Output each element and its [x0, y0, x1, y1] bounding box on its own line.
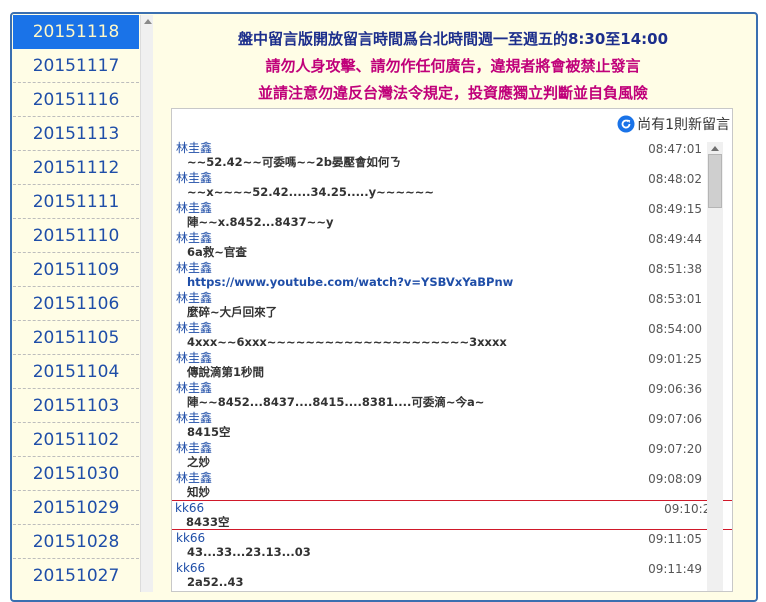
message-content: 麼碎~大戶回來了 — [187, 305, 278, 319]
message-scrollbar[interactable] — [707, 142, 723, 591]
hours-notice: 盤中留言版開放留言時間爲台北時間週一至週五的8:30至14:00 — [237, 30, 669, 48]
date-item-20151118[interactable]: 20151118 — [13, 15, 139, 49]
message-time: 08:53:01 — [648, 292, 702, 306]
message-list: 林圭鑫 ~~52.42~~可委嗎~~2b晏壓會如何ㄋ 08:47:01 林圭鑫 ~~x~… — [172, 140, 732, 590]
message-time: 08:51:38 — [648, 262, 702, 276]
message-row: 林圭鑫 ~~x~~~~52.42.....34.25.....y~~~~~~ 08:… — [172, 170, 717, 200]
message-content: 43...33...23.13...03 — [187, 545, 311, 559]
date-item-20151106[interactable]: 20151106 — [13, 287, 139, 321]
message-time: 08:48:02 — [648, 172, 702, 186]
refresh-icon[interactable] — [617, 115, 635, 133]
scroll-up-arrow-icon[interactable] — [707, 142, 723, 154]
message-author[interactable]: 林圭鑫 — [176, 440, 717, 455]
message-author[interactable]: 林圭鑫 — [176, 230, 717, 245]
message-row: kk66 2a52..43 09:11:49 — [172, 560, 717, 590]
date-list: 20151118 20151117 20151116 20151113 20151112… — [13, 15, 139, 592]
date-item-20151111[interactable]: 20151111 — [13, 185, 139, 219]
date-item-20151116[interactable]: 20151116 — [13, 83, 139, 117]
message-time: 09:07:06 — [648, 412, 702, 426]
message-author[interactable]: 林圭鑫 — [176, 170, 717, 185]
message-content: ~~x~~~~52.42.....34.25.....y~~~~~~ — [187, 185, 434, 199]
message-row: 林圭鑫 6a救~官查 08:49:44 — [172, 230, 717, 260]
message-author[interactable]: 林圭鑫 — [176, 470, 717, 485]
message-content: 陣~~8452...8437....8415....8381....可委滴~今a… — [187, 395, 485, 409]
date-item-20151027[interactable]: 20151027 — [13, 559, 139, 592]
sidebar-scrollbar[interactable] — [140, 15, 153, 592]
message-time: 08:47:01 — [648, 142, 702, 156]
new-messages-text: 尚有1則新留言 — [637, 117, 730, 133]
scrollbar-thumb[interactable] — [708, 154, 722, 208]
date-item-20151104[interactable]: 20151104 — [13, 355, 139, 389]
message-row: 林圭鑫 麼碎~大戶回來了 08:53:01 — [172, 290, 717, 320]
date-item-20151103[interactable]: 20151103 — [13, 389, 139, 423]
date-item-20151102[interactable]: 20151102 — [13, 423, 139, 457]
date-item-20151029[interactable]: 20151029 — [13, 491, 139, 525]
message-author[interactable]: 林圭鑫 — [176, 260, 717, 275]
message-link[interactable]: https://www.youtube.com/watch?v=YSBVxYaB… — [176, 275, 717, 289]
message-row: 林圭鑫 傳說滴第1秒間 09:01:25 — [172, 350, 717, 380]
date-item-20151109[interactable]: 20151109 — [13, 253, 139, 287]
message-author[interactable]: 林圭鑫 — [176, 290, 717, 305]
message-time: 09:07:20 — [648, 442, 702, 456]
message-content: 傳說滴第1秒間 — [187, 365, 265, 379]
message-author[interactable]: 林圭鑫 — [176, 380, 717, 395]
message-time: 08:49:15 — [648, 202, 702, 216]
message-content: ~~52.42~~可委嗎~~2b晏壓會如何ㄋ — [187, 155, 401, 169]
new-messages-notice[interactable]: 尚有1則新留言 — [617, 113, 730, 135]
message-author[interactable]: 林圭鑫 — [176, 200, 717, 215]
rules-notice: 請勿人身攻擊、請勿作任何廣告，違規者將會被禁止發言 — [265, 57, 641, 75]
message-content: 2a52..43 — [187, 575, 244, 589]
date-item-20151030[interactable]: 20151030 — [13, 457, 139, 491]
message-author[interactable]: 林圭鑫 — [176, 350, 717, 365]
message-time: 09:06:36 — [648, 382, 702, 396]
scroll-up-arrow-icon[interactable] — [141, 15, 153, 28]
message-panel: 尚有1則新留言 林圭鑫 ~~52.42~~可委嗎~~2b晏壓會如何ㄋ 08:47:0… — [171, 108, 733, 592]
date-sidebar: 20151118 20151117 20151116 20151113 20151112… — [13, 15, 153, 592]
message-content: 4xxx~~6xxx~~~~~~~~~~~~~~~~~~~~~3xxxx — [187, 335, 507, 349]
message-content: 8415空 — [187, 425, 231, 439]
message-content: 陣~~x.8452...8437~~y — [187, 215, 334, 229]
message-content: 8433空 — [186, 515, 230, 529]
date-item-20151110[interactable]: 20151110 — [13, 219, 139, 253]
date-item-20151105[interactable]: 20151105 — [13, 321, 139, 355]
message-time: 08:49:44 — [648, 232, 702, 246]
message-author[interactable]: kk66 — [176, 530, 717, 545]
message-time: 09:08:09 — [648, 472, 702, 486]
message-content: 之妙 — [187, 455, 210, 469]
message-time: 09:01:25 — [648, 352, 702, 366]
message-row: 林圭鑫 陣~~8452...8437....8415....8381....可委滴… — [172, 380, 717, 410]
message-row: 林圭鑫 之妙 09:07:20 — [172, 440, 717, 470]
message-author[interactable]: 林圭鑫 — [176, 140, 717, 155]
message-author[interactable]: kk66 — [175, 500, 732, 515]
message-row: kk66 8433空 09:10:29 — [172, 500, 732, 530]
message-row: 林圭鑫 https://www.youtube.com/watch?v=YSBVx… — [172, 260, 717, 290]
message-author[interactable]: kk66 — [176, 560, 717, 575]
message-author[interactable]: 林圭鑫 — [176, 320, 717, 335]
message-row: 林圭鑫 ~~52.42~~可委嗎~~2b晏壓會如何ㄋ 08:47:01 — [172, 140, 717, 170]
message-row: 林圭鑫 4xxx~~6xxx~~~~~~~~~~~~~~~~~~~~~3xxxx 0… — [172, 320, 717, 350]
date-item-20151028[interactable]: 20151028 — [13, 525, 139, 559]
date-item-20151117[interactable]: 20151117 — [13, 49, 139, 83]
date-item-20151113[interactable]: 20151113 — [13, 117, 139, 151]
message-row: 林圭鑫 陣~~x.8452...8437~~y 08:49:15 — [172, 200, 717, 230]
message-time: 09:11:49 — [648, 562, 702, 576]
legal-notice: 並請注意勿違反台灣法令規定，投資應獨立判斷並自負風險 — [257, 84, 648, 102]
message-time: 09:11:05 — [648, 532, 702, 546]
message-author[interactable]: 林圭鑫 — [176, 410, 717, 425]
message-row: kk66 43...33...23.13...03 09:11:05 — [172, 530, 717, 560]
message-row: 林圭鑫 8415空 09:07:06 — [172, 410, 717, 440]
date-item-20151112[interactable]: 20151112 — [13, 151, 139, 185]
message-row: 林圭鑫 知妙 09:08:09 — [172, 470, 717, 500]
message-time: 08:54:00 — [648, 322, 702, 336]
message-content: 知妙 — [187, 485, 210, 499]
message-content: 6a救~官查 — [187, 245, 247, 259]
board-header: 盤中留言版開放留言時間爲台北時間週一至週五的8:30至14:00 請勿人身攻擊、… — [158, 26, 748, 107]
